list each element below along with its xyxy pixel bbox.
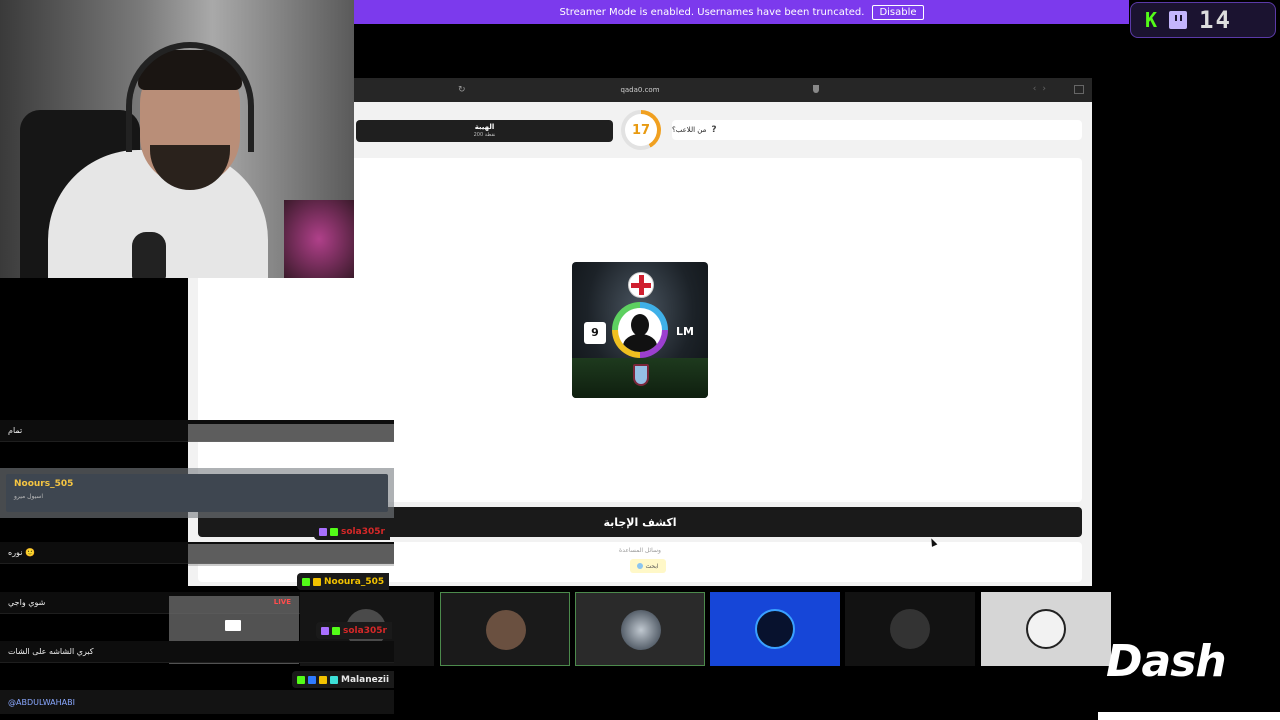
shield-icon[interactable] <box>813 85 819 93</box>
avatar <box>755 609 795 649</box>
kick-badge-icon <box>332 626 340 635</box>
england-flag-icon <box>628 272 654 298</box>
twitch-badge-icon <box>321 626 329 635</box>
address-bar[interactable]: qada0.com <box>620 86 659 94</box>
mod-badge-icon <box>308 675 316 684</box>
webcam-feed <box>0 0 354 278</box>
chat-message-text: كبري الشاشه على الشات <box>8 647 94 656</box>
dash-logo: Dash <box>1106 636 1227 687</box>
search-aid-button[interactable]: ابحث <box>630 559 666 573</box>
question-bar: ? من اللاعب؟ <box>672 120 1082 140</box>
player-ring <box>612 302 668 358</box>
position-label: LM <box>676 325 694 338</box>
twitch-badge-icon <box>319 527 327 536</box>
disable-button[interactable]: Disable <box>872 4 924 20</box>
chat-username: sola305r <box>316 622 392 639</box>
participant-tile[interactable] <box>575 592 705 666</box>
reload-icon[interactable]: ↻ <box>458 85 466 95</box>
chat-message-text: تمام <box>8 426 23 435</box>
player-silhouette-icon <box>631 314 649 336</box>
timer-value: 17 <box>625 114 657 146</box>
gift-badge-icon <box>330 675 338 684</box>
chat-mention: @ABDULWAHABI <box>0 690 394 714</box>
streamer-mode-banner: Streamer Mode is enabled. Usernames have… <box>354 0 1129 24</box>
participant-tile[interactable] <box>845 592 975 666</box>
player-card: 9 LM <box>572 262 708 398</box>
participant-tile[interactable] <box>710 592 840 666</box>
chat-message-text: شوي واجي <box>8 598 46 607</box>
participant-tile[interactable] <box>981 592 1111 666</box>
divider <box>1098 712 1280 720</box>
shirt-number-icon: 9 <box>584 322 606 344</box>
question-icon: ? <box>711 125 717 135</box>
avatar <box>1026 609 1066 649</box>
live-tag: LIVE <box>273 598 291 606</box>
avatar <box>890 609 930 649</box>
highlight-username: Noours_505 <box>14 479 74 489</box>
chat-message: كبري الشاشه على الشات <box>0 641 394 663</box>
stream-overlay: ↻ qada0.com ‹› الهيبة 200 نقطة 17 ? من ا… <box>0 0 1280 720</box>
team-points: 200 نقطة <box>473 132 496 138</box>
banner-text: Streamer Mode is enabled. Usernames have… <box>559 6 865 18</box>
chat-username: sola305r <box>314 523 390 540</box>
chat-username: Nooura_505 <box>297 573 390 590</box>
chat-message-text: نوره 🙂 <box>8 548 35 557</box>
participant-tile[interactable] <box>440 592 570 666</box>
globe-icon <box>637 563 644 569</box>
kick-icon: K <box>1145 8 1158 32</box>
team-name: الهيبة <box>474 123 495 131</box>
viewer-count: 14 <box>1199 6 1232 34</box>
twitch-icon <box>1169 11 1188 29</box>
kick-badge-icon <box>330 527 338 536</box>
avatar <box>621 610 661 650</box>
search-aid-label: ابحث <box>645 562 659 570</box>
sub-badge-icon <box>319 675 327 684</box>
avatar <box>486 610 526 650</box>
club-crest-icon <box>633 364 649 386</box>
team-score-pill: الهيبة 200 نقطة <box>356 120 613 142</box>
kick-badge-icon <box>297 675 305 684</box>
chat-username: Malanezii <box>292 671 395 688</box>
headset-icon <box>126 42 254 152</box>
countdown-timer: 17 <box>621 110 661 150</box>
monitor-icon <box>225 620 241 631</box>
tabs-icon[interactable] <box>1074 85 1084 94</box>
question-text: من اللاعب؟ <box>672 126 707 134</box>
viewer-count-badge: K 14 <box>1130 2 1276 38</box>
highlighted-message: Noours_505 اسيول ميرو <box>6 474 388 512</box>
nav-arrows-icon[interactable]: ‹› <box>1033 84 1052 94</box>
sub-badge-icon <box>313 577 321 586</box>
kick-badge-icon <box>302 577 310 586</box>
highlight-text: اسيول ميرو <box>14 493 44 500</box>
microphone-icon <box>132 232 166 278</box>
